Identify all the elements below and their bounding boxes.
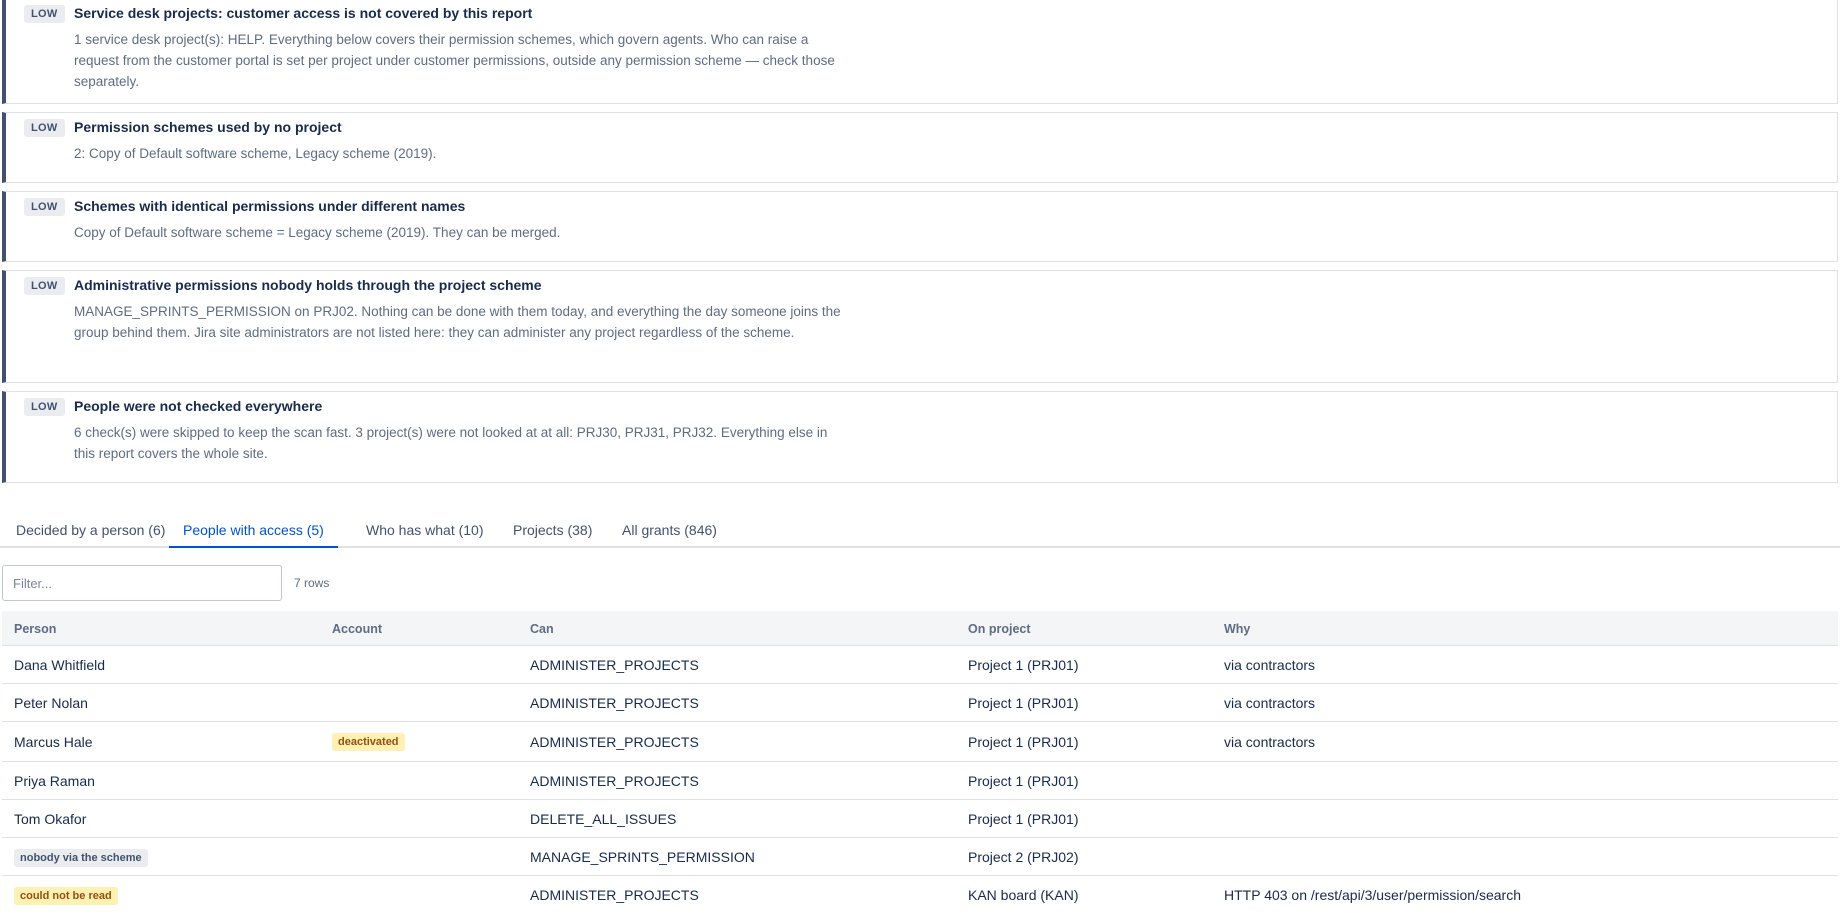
finding-title: Schemes with identical permissions under… (74, 198, 466, 214)
column-header-why[interactable]: Why (1224, 622, 1250, 636)
finding-card: LOW Administrative permissions nobody ho… (2, 270, 1838, 383)
tab-projects[interactable]: Projects (38) (513, 516, 592, 546)
person-name: Tom Okafor (14, 811, 87, 827)
permissions-report: LOW Service desk projects: customer acce… (0, 0, 1840, 905)
finding-title: People were not checked everywhere (74, 398, 323, 414)
finding-card: LOW Service desk projects: customer acce… (2, 0, 1838, 104)
project-name: Project 1 (PRJ01) (968, 811, 1079, 827)
finding-description: Copy of Default software scheme = Legacy… (74, 225, 561, 240)
table-row[interactable]: Tom Okafor DELETE_ALL_ISSUES Project 1 (… (2, 800, 1838, 838)
finding-card: LOW People were not checked everywhere 6… (2, 391, 1838, 483)
permission-name: ADMINISTER_PROJECTS (530, 695, 699, 711)
permission-name: DELETE_ALL_ISSUES (530, 811, 677, 827)
tab-decided-by-person[interactable]: Decided by a person (6) (16, 516, 165, 546)
project-name: KAN board (KAN) (968, 887, 1079, 903)
table-header: Person Account Can On project Why (2, 611, 1838, 646)
table-row[interactable]: Marcus Hale deactivated ADMINISTER_PROJE… (2, 722, 1838, 762)
account-status-badge: deactivated (332, 733, 405, 751)
no-holder-badge: nobody via the scheme (14, 849, 148, 867)
filter-input[interactable] (2, 565, 282, 601)
grant-reason: HTTP 403 on /rest/api/3/user/permission/… (1224, 887, 1521, 903)
table-row[interactable]: could not be read ADMINISTER_PROJECTS KA… (2, 876, 1838, 914)
column-header-account[interactable]: Account (332, 622, 382, 636)
person-name: Dana Whitfield (14, 657, 106, 673)
permission-name: ADMINISTER_PROJECTS (530, 887, 699, 903)
project-name: Project 1 (PRJ01) (968, 695, 1079, 711)
project-name: Project 1 (PRJ01) (968, 734, 1079, 750)
finding-card: LOW Permission schemes used by no projec… (2, 112, 1838, 183)
finding-title: Service desk projects: customer access i… (74, 5, 533, 21)
tab-who-has-what[interactable]: Who has what (10) (366, 516, 484, 546)
table-row[interactable]: Dana Whitfield ADMINISTER_PROJECTS Proje… (2, 646, 1838, 684)
report-tabs: Decided by a person (6) People with acce… (0, 516, 1840, 548)
column-header-person[interactable]: Person (14, 622, 56, 636)
finding-description: MANAGE_SPRINTS_PERMISSION on PRJ02. Noth… (74, 304, 841, 340)
severity-badge: LOW (24, 277, 65, 295)
grant-reason: via contractors (1224, 657, 1316, 673)
person-name: Priya Raman (14, 773, 95, 789)
table-row[interactable]: Peter Nolan ADMINISTER_PROJECTS Project … (2, 684, 1838, 722)
finding-description: 6 check(s) were skipped to keep the scan… (74, 425, 828, 461)
severity-badge: LOW (24, 5, 65, 23)
severity-badge: LOW (24, 398, 65, 416)
grant-reason: via contractors (1224, 734, 1316, 750)
severity-badge: LOW (24, 119, 65, 137)
table-row[interactable]: nobody via the scheme MANAGE_SPRINTS_PER… (2, 838, 1838, 876)
project-name: Project 1 (PRJ01) (968, 657, 1079, 673)
severity-badge: LOW (24, 198, 65, 216)
permission-name: ADMINISTER_PROJECTS (530, 734, 699, 750)
tab-people-with-access[interactable]: People with access (5) (169, 516, 338, 548)
table-row[interactable]: Priya Raman ADMINISTER_PROJECTS Project … (2, 762, 1838, 800)
person-name: Peter Nolan (14, 695, 88, 711)
tab-all-grants[interactable]: All grants (846) (622, 516, 717, 546)
project-name: Project 1 (PRJ01) (968, 773, 1079, 789)
grant-reason: via contractors (1224, 695, 1316, 711)
finding-card: LOW Schemes with identical permissions u… (2, 191, 1838, 262)
finding-title: Permission schemes used by no project (74, 119, 342, 135)
read-error-badge: could not be read (14, 887, 118, 905)
finding-title: Administrative permissions nobody holds … (74, 277, 542, 293)
column-header-on-project[interactable]: On project (968, 622, 1031, 636)
permission-name: ADMINISTER_PROJECTS (530, 657, 699, 673)
project-name: Project 2 (PRJ02) (968, 849, 1079, 865)
finding-description: 1 service desk project(s): HELP. Everyth… (74, 32, 835, 89)
person-name: Marcus Hale (14, 734, 93, 750)
finding-description: 2: Copy of Default software scheme, Lega… (74, 146, 437, 161)
permission-name: ADMINISTER_PROJECTS (530, 773, 699, 789)
permission-name: MANAGE_SPRINTS_PERMISSION (530, 849, 755, 865)
row-count: 7 rows (294, 576, 330, 590)
column-header-can[interactable]: Can (530, 622, 554, 636)
